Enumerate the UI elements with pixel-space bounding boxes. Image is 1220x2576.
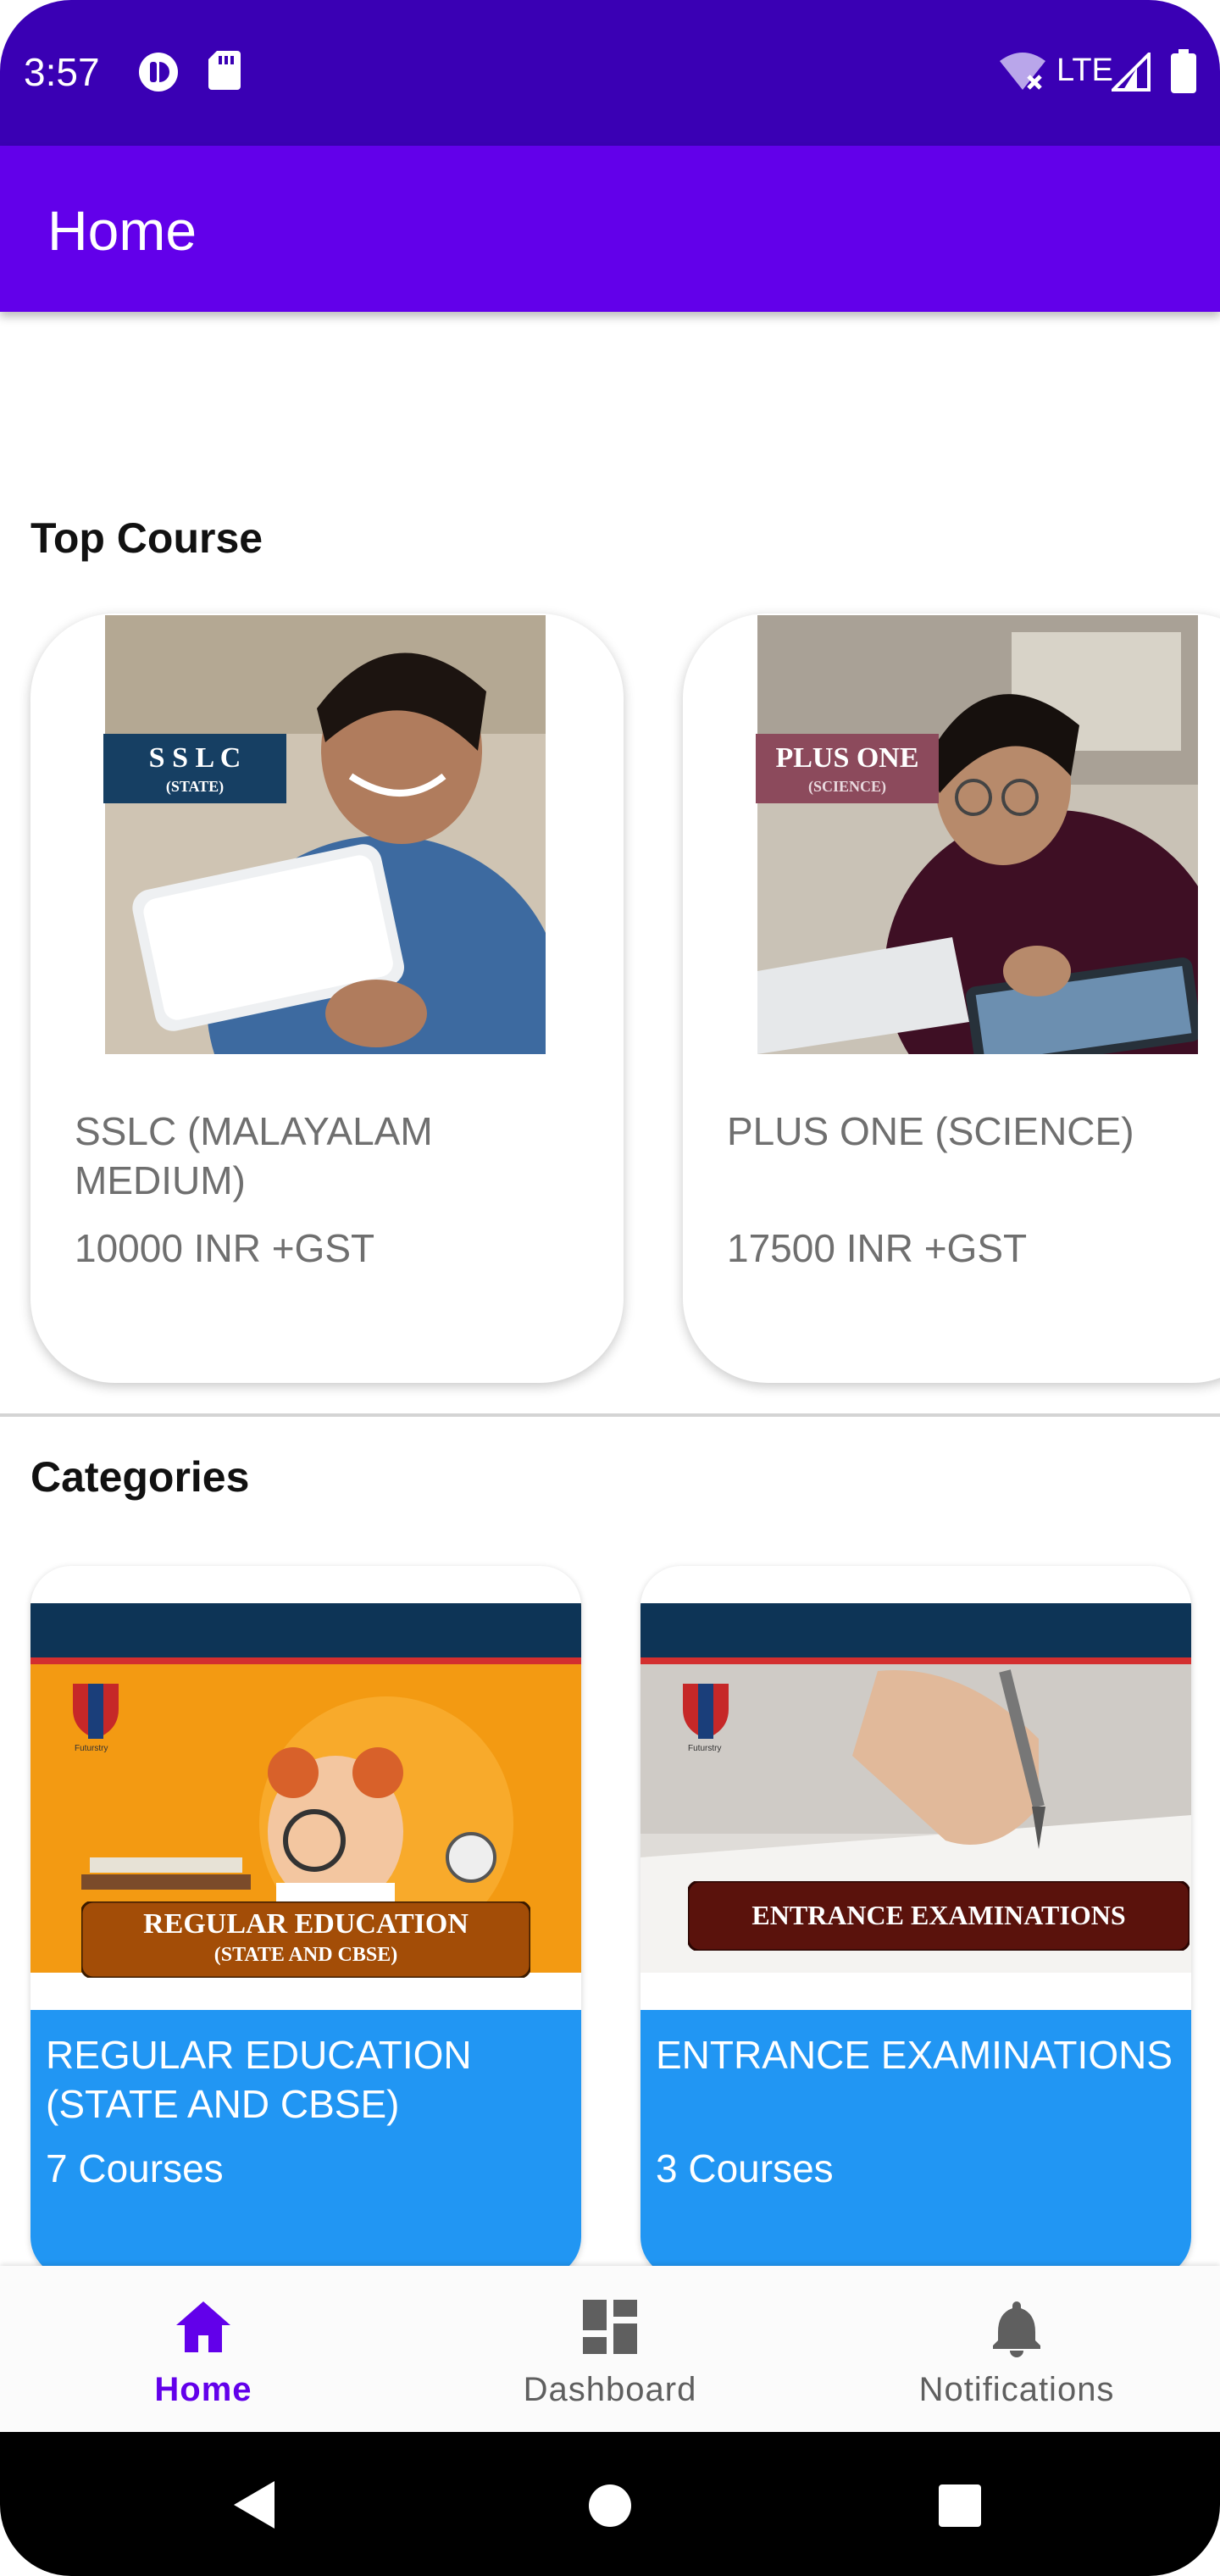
app-notification-icon	[139, 53, 178, 92]
category-banner-subtitle: (STATE AND CBSE)	[214, 1944, 398, 1966]
course-name: PLUS ONE (SCIENCE)	[727, 1109, 1134, 1153]
page-title: Home	[47, 199, 197, 262]
nav-label-notifications: Notifications	[918, 2371, 1115, 2408]
category-banner: REGULAR EDUCATION (STATE AND CBSE) Futur…	[30, 1603, 581, 1978]
network-type: LTE	[1056, 53, 1113, 88]
status-bar: 3:57 LTE	[0, 0, 1220, 146]
logo-text: Futurstry	[75, 1744, 108, 1753]
section-divider	[0, 1413, 1220, 1417]
course-badge-subtitle: (SCIENCE)	[807, 778, 886, 795]
top-course-heading: Top Course	[30, 514, 263, 562]
course-price: 10000 INR +GST	[75, 1226, 375, 1270]
dashboard-icon	[583, 2300, 637, 2354]
app-bar: Home	[0, 146, 1220, 312]
category-banner-title: REGULAR EDUCATION	[143, 1908, 469, 1940]
home-icon	[176, 2301, 230, 2352]
nav-label-dashboard: Dashboard	[523, 2371, 697, 2408]
nav-item-notifications[interactable]: Notifications	[813, 2266, 1220, 2432]
nav-label-home: Home	[154, 2371, 252, 2408]
back-icon[interactable]	[230, 2479, 278, 2530]
course-badge-plus-one: PLUS ONE (SCIENCE)	[756, 734, 939, 803]
category-banner: ENTRANCE EXAMINATIONS Futurstry	[640, 1603, 1191, 1973]
category-banner-title: ENTRANCE EXAMINATIONS	[751, 1900, 1126, 1930]
bell-icon	[993, 2301, 1040, 2357]
course-badge-title: S S L C	[148, 742, 241, 774]
course-badge-subtitle: (STATE)	[165, 778, 225, 795]
category-banner-label: ENTRANCE EXAMINATIONS	[688, 1881, 1190, 1951]
category-card-entrance-examinations[interactable]: ENTRANCE EXAMINATIONS Futurstry ENTRANCE…	[640, 1566, 1191, 2278]
category-info: ENTRANCE EXAMINATIONS 3 Courses	[640, 2010, 1191, 2278]
status-time: 3:57	[24, 50, 100, 94]
course-card-sslc[interactable]: S S L C (STATE) SSLC (MALAYALAM MEDIUM) …	[30, 613, 624, 1383]
wifi-off-icon	[1000, 53, 1045, 90]
categories-heading: Categories	[30, 1453, 250, 1501]
category-info: REGULAR EDUCATION (STATE AND CBSE) 7 Cou…	[30, 2010, 581, 2278]
nav-item-dashboard[interactable]: Dashboard	[407, 2266, 813, 2432]
home-circle-icon[interactable]	[587, 2483, 633, 2529]
system-navigation-bar	[0, 2432, 1220, 2576]
course-card-plus-one[interactable]: PLUS ONE (SCIENCE) PLUS ONE (SCIENCE) 17…	[683, 613, 1220, 1383]
battery-icon	[1171, 49, 1196, 93]
recents-icon[interactable]	[939, 2484, 981, 2527]
course-image-sslc	[105, 615, 546, 1054]
course-name: SSLC (MALAYALAM MEDIUM)	[75, 1109, 433, 1202]
sd-card-icon	[208, 51, 241, 90]
category-course-count: 7 Courses	[46, 2146, 224, 2190]
category-card-regular-education[interactable]: REGULAR EDUCATION (STATE AND CBSE) Futur…	[30, 1566, 581, 2278]
category-banner-label: REGULAR EDUCATION (STATE AND CBSE)	[81, 1901, 530, 1978]
course-badge-title: PLUS ONE	[775, 742, 919, 774]
signal-icon	[1112, 53, 1151, 92]
course-badge-sslc: S S L C (STATE)	[103, 734, 286, 803]
logo-text: Futurstry	[688, 1744, 722, 1753]
nav-item-home[interactable]: Home	[0, 2266, 407, 2432]
bottom-navigation: Home Dashboard Notifications	[0, 2266, 1220, 2432]
course-image-plus-one	[757, 615, 1198, 1054]
course-price: 17500 INR +GST	[727, 1226, 1028, 1270]
category-name: REGULAR EDUCATION (STATE AND CBSE)	[46, 2033, 472, 2126]
category-name: ENTRANCE EXAMINATIONS	[656, 2033, 1173, 2077]
category-course-count: 3 Courses	[656, 2146, 834, 2190]
